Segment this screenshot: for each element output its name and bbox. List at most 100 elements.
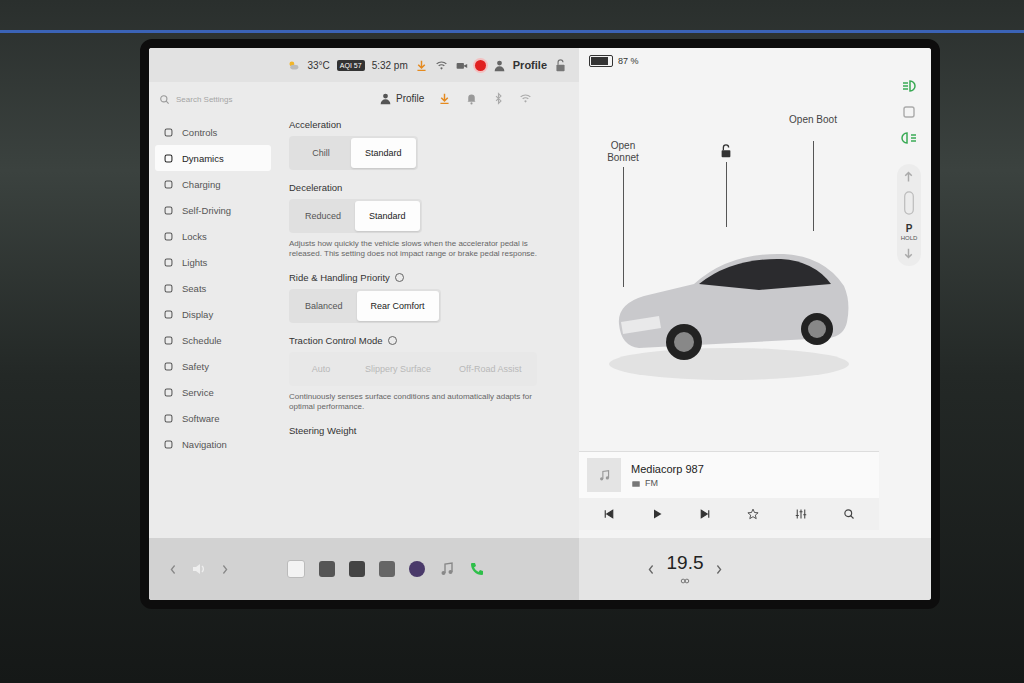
sidebar-item[interactable]: Software [155,405,271,431]
segment-option: Slippery Surface [351,354,445,384]
open-boot-button[interactable]: Open Boot [789,114,837,126]
star-icon[interactable] [747,508,759,520]
profile-link[interactable]: Profile [396,93,424,104]
segment-option[interactable]: Reduced [291,201,355,231]
segmented-control: ReducedStandard [289,199,422,233]
search-icon[interactable] [843,508,855,520]
station-name: Mediacorp 987 [631,463,704,475]
taskbar: 19.5 [149,538,931,600]
more-apps-icon[interactable] [379,561,395,577]
sidebar-item[interactable]: Schedule [155,327,271,353]
menu-item-icon [163,335,174,346]
car-interior: 33°CAQI 575:32 pmProfileSearch SettingsC… [0,0,1024,683]
wifi-icon[interactable] [519,92,532,105]
setting-title: Deceleration [289,182,565,193]
weather-icon [287,59,300,72]
previous-icon[interactable] [603,508,615,520]
bluetooth-icon[interactable] [492,92,505,105]
drive-up-arrow-icon[interactable] [902,170,915,183]
segment-option[interactable]: Rear Comfort [357,291,439,321]
bonnet-leader-line [623,167,624,287]
info-icon[interactable] [395,273,404,282]
sidebar-item[interactable]: Controls [155,119,271,145]
sidebar-item[interactable]: Locks [155,223,271,249]
setting-title: Ride & Handling Priority [289,272,565,283]
sidebar-label: Schedule [182,335,222,346]
app-icon[interactable] [287,560,305,578]
segment-option[interactable]: Standard [351,138,416,168]
setting-description: Continuously senses surface conditions a… [289,392,549,413]
setting-group: Steering Weight [289,425,565,436]
climate-bar: 19.5 [579,538,931,600]
clock: 5:32 pm [372,60,408,71]
gear-selector[interactable]: PHOLD [897,164,922,266]
unlock-icon[interactable] [554,59,567,72]
setting-description: Adjusts how quickly the vehicle slows wh… [289,239,549,260]
next-icon[interactable] [699,508,711,520]
record-indicator[interactable] [475,60,486,71]
unlock-icon[interactable] [719,144,733,158]
touchscreen: 33°CAQI 575:32 pmProfileSearch SettingsC… [140,39,940,609]
settings-body: Search SettingsControlsDynamics Charging S… [149,82,579,538]
volume-down-icon[interactable] [169,563,177,576]
car-model-icon [599,224,859,384]
camera-icon[interactable] [455,59,468,72]
camera-app-icon[interactable] [409,561,425,577]
now-playing: Mediacorp 987FM [579,452,879,498]
car-panel: 87 %Open BonnetOpen BootPHOLDMediacorp 9… [579,48,931,538]
sidebar-item[interactable]: Charging [155,171,271,197]
temperature: 33°C [307,60,329,71]
bell-icon[interactable] [465,92,478,105]
equalizer-icon[interactable] [795,508,807,520]
wifi-icon[interactable] [435,59,448,72]
search-field[interactable]: Search Settings [155,88,271,119]
setting-title: Acceleration [289,119,565,130]
download-icon[interactable] [415,59,428,72]
volume-up-icon[interactable] [221,563,229,576]
sidebar-item[interactable]: Lights [155,249,271,275]
segment-option[interactable]: Standard [355,201,420,231]
sidebar-label: Display [182,309,213,320]
main-area: 33°CAQI 575:32 pmProfileSearch SettingsC… [149,48,931,538]
profile-button[interactable]: Profile [513,59,547,71]
menu-item-icon [163,205,174,216]
temp-down-icon[interactable] [647,563,655,576]
segmented-control: BalancedRear Comfort [289,289,441,323]
video-app-icon[interactable] [349,561,365,577]
open-bonnet-button[interactable]: Open Bonnet [599,140,647,164]
sidebar-label: Charging [182,179,221,190]
sidebar-item[interactable]: Safety [155,353,271,379]
boot-leader-line [813,141,814,231]
sidebar-item[interactable]: Display [155,301,271,327]
download-icon[interactable] [438,92,451,105]
reverse-down-arrow-icon[interactable] [902,247,915,260]
segment-option[interactable]: Chill [291,138,351,168]
music-icon[interactable] [439,561,455,577]
person-icon [493,59,506,72]
phone-icon[interactable] [469,561,485,577]
play-icon[interactable] [651,508,663,520]
sidebar-item[interactable]: Seats [155,275,271,301]
segment-option[interactable]: Balanced [291,291,357,321]
auto-light-icon[interactable] [901,104,917,120]
temperature-display[interactable]: 19.5 [667,552,704,586]
fog-light-icon[interactable] [901,130,917,146]
menu-item-icon [163,283,174,294]
segmented-control: AutoSlippery SurfaceOff-Road Assist [289,352,537,386]
headlight-icon[interactable] [901,78,917,94]
sidebar-label: Seats [182,283,206,294]
volume-icon[interactable] [191,561,207,577]
sidebar-item[interactable]: Service [155,379,271,405]
sidebar-item[interactable]: Navigation [155,431,271,457]
battery-icon [589,55,613,67]
fan-icon [680,576,690,586]
sidebar-item[interactable]: Self-Driving [155,197,271,223]
setting-group: Traction Control ModeAutoSlippery Surfac… [289,335,565,413]
radio-icon [631,478,641,488]
cabin-temperature: 19.5 [667,552,704,574]
temp-up-icon[interactable] [715,563,723,576]
info-icon[interactable] [388,336,397,345]
app-icon[interactable] [319,561,335,577]
sidebar-item[interactable]: Dynamics [155,145,271,171]
sidebar-label: Navigation [182,439,227,450]
